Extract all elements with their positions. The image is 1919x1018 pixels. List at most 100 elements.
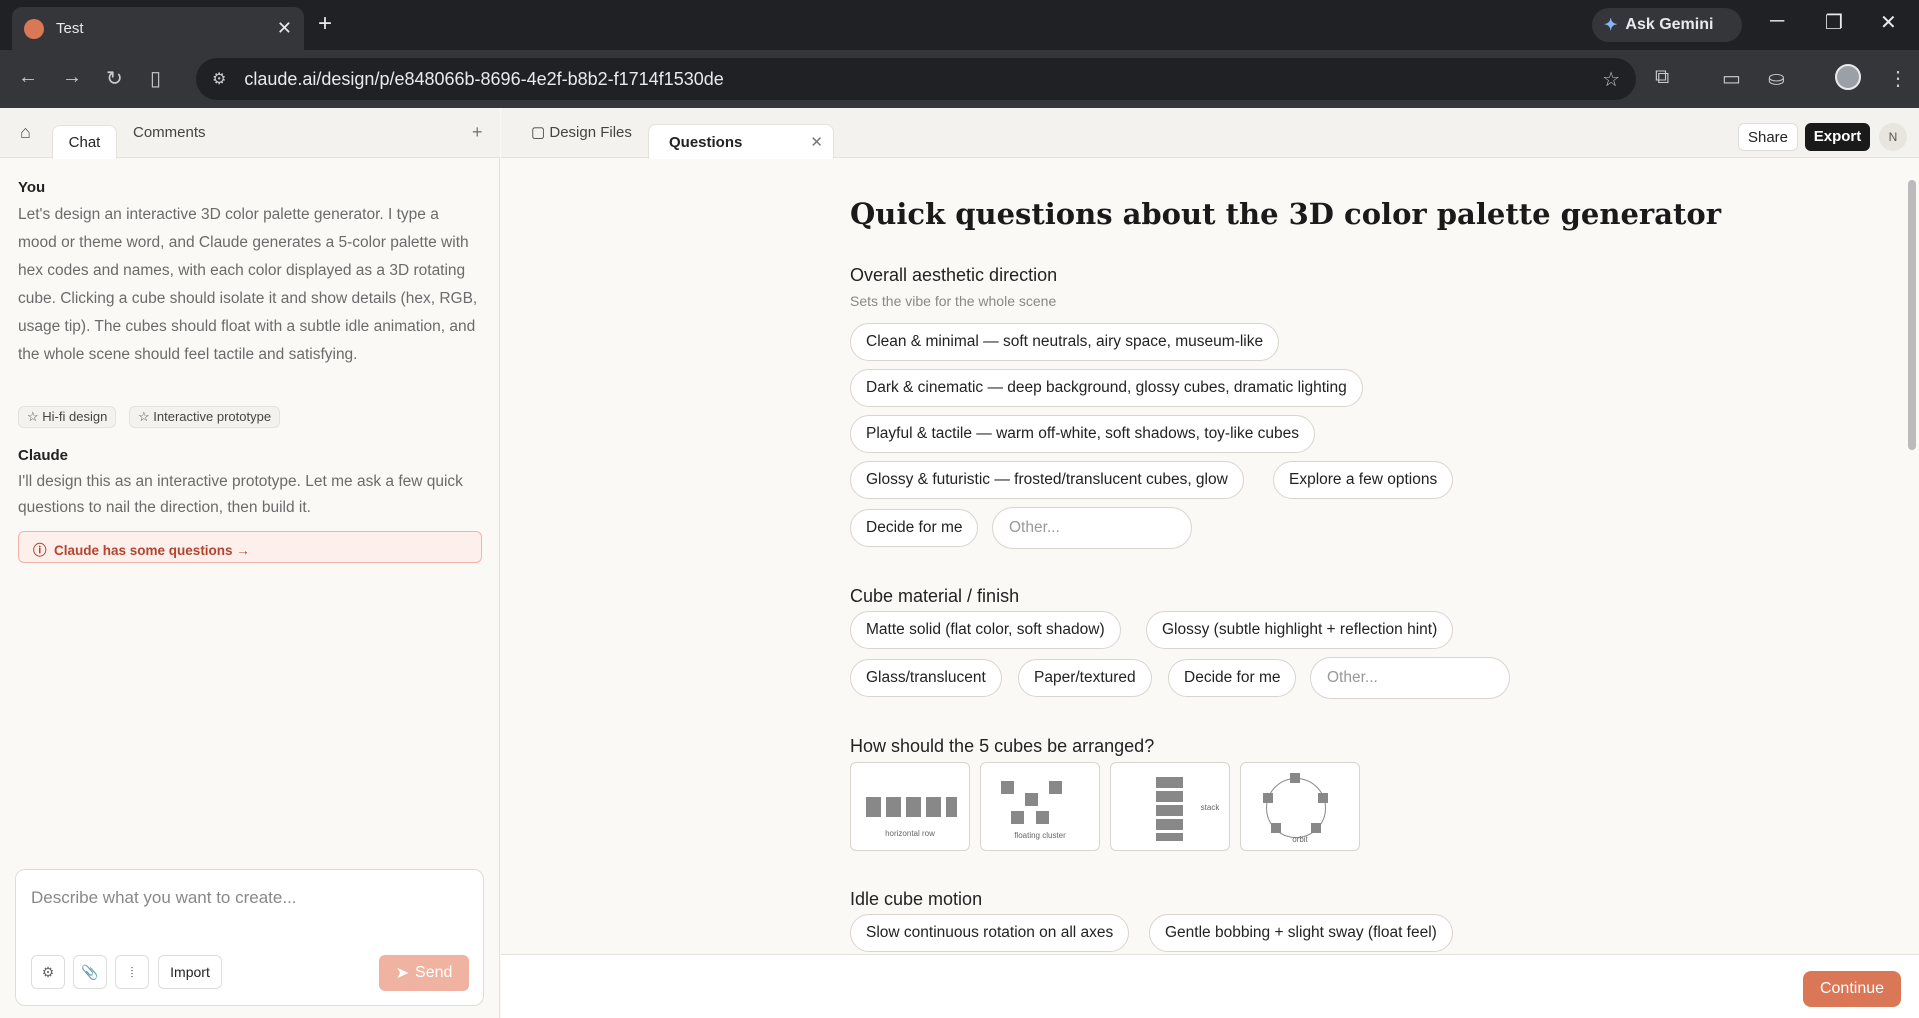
questions-link-label: Claude has some questions → [54, 543, 250, 558]
q1-option[interactable]: Decide for me [850, 509, 979, 547]
gemini-star-icon: ✦ [1604, 17, 1618, 34]
user-label: You [18, 179, 46, 196]
audio-icon[interactable]: ⦙ [115, 955, 149, 989]
extensions-icon[interactable]: ⧉ [1655, 66, 1669, 89]
q2-option[interactable]: Matte solid (flat color, soft shadow) [850, 611, 1121, 649]
address-bar[interactable]: ⚙ claude.ai/design/p/e848066b-8696-4e2f-… [196, 58, 1636, 100]
scrollbar-thumb[interactable] [1908, 180, 1916, 450]
avatar[interactable]: N [1879, 123, 1907, 151]
arrangement-label: horizontal row [885, 829, 935, 838]
arrangement-orbit[interactable]: orbit [1240, 762, 1360, 851]
profile-avatar[interactable] [1835, 64, 1861, 90]
arrangement-stack[interactable]: stack [1110, 762, 1230, 851]
browser-tab[interactable]: Test ✕ [12, 7, 304, 50]
q2-other-input[interactable]: Other... [1310, 657, 1510, 699]
cube-block [1271, 823, 1281, 833]
send-label: Send [415, 964, 453, 981]
tab-questions-label: Questions [669, 134, 743, 151]
q2-option[interactable]: Decide for me [1168, 659, 1297, 697]
home-icon[interactable]: ⌂ [20, 122, 31, 143]
back-icon[interactable]: ← [18, 66, 38, 89]
url-text: claude.ai/design/p/e848066b-8696-4e2f-b8… [244, 68, 724, 89]
arrangement-label: floating cluster [1014, 831, 1066, 840]
ask-gemini-button[interactable]: ✦ Ask Gemini [1592, 8, 1742, 42]
cube-block [1156, 791, 1183, 802]
q1-option[interactable]: Explore a few options [1273, 461, 1454, 499]
scrollbar[interactable] [1906, 168, 1916, 958]
question-icon: ⓘ [33, 543, 47, 558]
send-button[interactable]: ➤ Send [379, 955, 469, 991]
claude-favicon-icon [24, 18, 44, 39]
cube-block [886, 797, 901, 817]
q4-title: Idle cube motion [850, 889, 983, 909]
q1-option[interactable]: Playful & tactile — warm off-white, soft… [850, 415, 1316, 453]
cube-block [1049, 781, 1062, 794]
claude-label: Claude [18, 447, 69, 464]
cube-block [1156, 777, 1183, 788]
tab-chat[interactable]: Chat [52, 125, 117, 159]
cube-block [926, 797, 941, 817]
q1-other-input[interactable]: Other... [992, 507, 1192, 549]
q3-title: How should the 5 cubes be arranged? [850, 736, 1155, 756]
ask-gemini-label: Ask Gemini [1625, 16, 1714, 33]
browser-tab-title: Test [56, 20, 84, 37]
q2-option[interactable]: Paper/textured [1018, 659, 1152, 697]
restore-icon[interactable]: ❐ [1825, 10, 1843, 35]
bookmark-star-icon[interactable]: ☆ [1602, 67, 1620, 92]
questions-link[interactable]: ⓘ Claude has some questions → [18, 531, 482, 563]
q1-subtitle: Sets the vibe for the whole scene [850, 293, 1057, 309]
page-title: Quick questions about the 3D color palet… [850, 197, 1722, 231]
tab-comments[interactable]: Comments [133, 124, 206, 141]
claude-message: I'll design this as an interactive proto… [18, 473, 463, 516]
tab-design-files[interactable]: ▢ Design Files [531, 123, 632, 141]
cast-icon[interactable]: ▭ [1722, 66, 1741, 91]
tab-questions[interactable]: Questions ✕ [648, 124, 834, 159]
prompt-input[interactable]: Describe what you want to create... ⚙ 📎 … [15, 869, 484, 1006]
q2-option[interactable]: Glass/translucent [850, 659, 1002, 697]
q1-option[interactable]: Glossy & futuristic — frosted/translucen… [850, 461, 1244, 499]
arrangement-horizontal-row[interactable]: horizontal row [850, 762, 970, 851]
menu-icon[interactable]: ⋮ [1888, 66, 1908, 91]
cube-block [1318, 793, 1328, 803]
cube-block [1263, 793, 1273, 803]
q4-option[interactable]: Slow continuous rotation on all axes [850, 914, 1130, 952]
arrangement-label: orbit [1292, 835, 1308, 844]
footer-bar: Continue [501, 954, 1919, 1018]
q1-option[interactable]: Clean & minimal — soft neutrals, airy sp… [850, 323, 1280, 361]
incognito-icon[interactable]: ⛀ [1768, 66, 1785, 91]
share-button[interactable]: Share [1738, 123, 1798, 151]
reload-icon[interactable]: ↻ [106, 66, 123, 91]
continue-button[interactable]: Continue [1803, 971, 1901, 1007]
minimize-icon[interactable]: ─ [1770, 10, 1784, 33]
site-settings-icon[interactable]: ⚙ [212, 69, 226, 89]
import-button[interactable]: Import [158, 955, 222, 989]
split-view-icon[interactable]: ▯ [150, 66, 161, 91]
chip-hifi: ☆ Hi-fi design [18, 406, 117, 428]
forward-icon[interactable]: → [62, 66, 82, 89]
close-icon[interactable]: ✕ [277, 18, 292, 39]
close-icon[interactable]: ✕ [810, 133, 823, 151]
new-tab-icon[interactable]: + [318, 10, 332, 38]
tab-design-files-label: Design Files [549, 124, 632, 141]
settings-icon[interactable]: ⚙ [31, 955, 65, 989]
q4-option[interactable]: Gentle bobbing + slight sway (float feel… [1149, 914, 1453, 952]
window-close-icon[interactable]: ✕ [1880, 10, 1897, 35]
attach-icon[interactable]: 📎 [73, 955, 107, 989]
browser-tabstrip: Test ✕ + ✦ Ask Gemini ─ ❐ ✕ [0, 0, 1919, 50]
design-tabs: ▢ Design Files Questions ✕ Share Export N [501, 108, 1919, 159]
chat-panel: ⌂ Chat Comments + You Let's design an in… [0, 108, 500, 1018]
q1-option[interactable]: Dark & cinematic — deep background, glos… [850, 369, 1363, 407]
q2-title: Cube material / finish [850, 586, 1020, 606]
chip-hifi-label: Hi-fi design [42, 409, 108, 424]
cube-block [1156, 819, 1183, 830]
cube-block [1011, 811, 1024, 824]
cube-block [906, 797, 921, 817]
user-message: Let's design an interactive 3D color pal… [18, 206, 478, 363]
arrangement-floating-cluster[interactable]: floating cluster [980, 762, 1100, 851]
q2-option[interactable]: Glossy (subtle highlight + reflection hi… [1146, 611, 1454, 649]
export-button[interactable]: Export [1805, 123, 1870, 151]
chat-tabs: ⌂ Chat Comments + [0, 108, 500, 159]
cube-block [1311, 823, 1321, 833]
design-panel: ▢ Design Files Questions ✕ Share Export N [501, 108, 1919, 1018]
add-icon[interactable]: + [472, 122, 483, 143]
